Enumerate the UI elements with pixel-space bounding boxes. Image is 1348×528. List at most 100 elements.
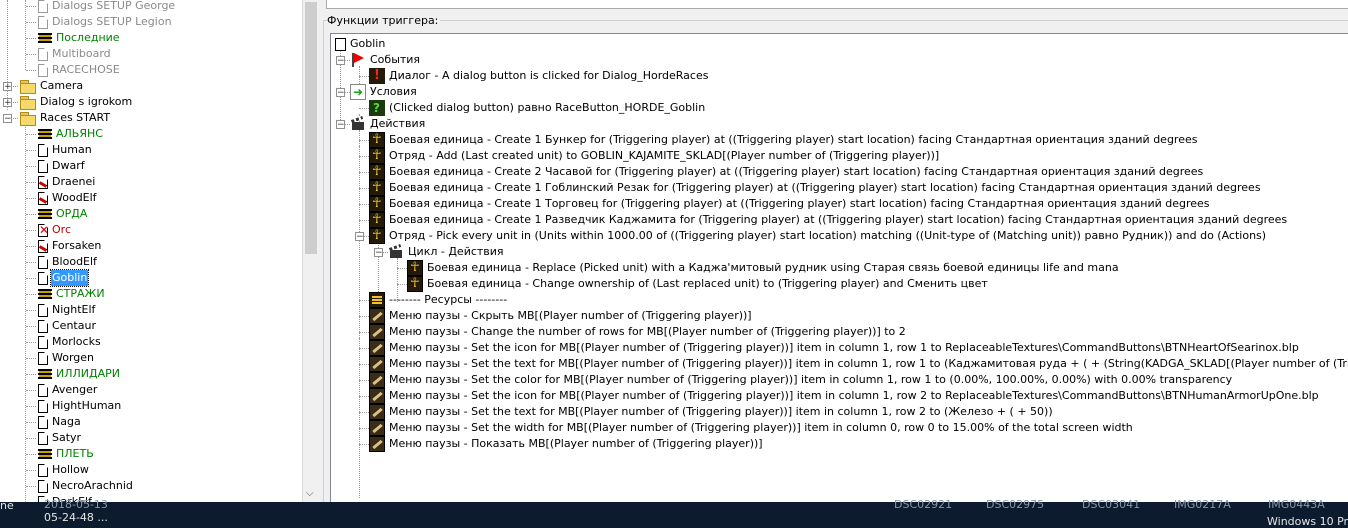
- tree-item[interactable]: BloodElf: [38, 254, 98, 270]
- tree-item[interactable]: NightElf: [38, 302, 96, 318]
- tree-item-label: Dialogs SETUP George: [52, 0, 176, 12]
- trigger-function-row[interactable]: Диалог - A dialog button is clicked for …: [369, 68, 708, 84]
- tree-item[interactable]: АЛЬЯНС: [38, 126, 104, 142]
- tree-item[interactable]: ОРДА: [38, 206, 88, 222]
- tree-item-label: Human: [52, 143, 92, 156]
- trigger-section-row[interactable]: События: [350, 52, 420, 68]
- trigger-function-label: Диалог - A dialog button is clicked for …: [389, 69, 709, 82]
- trigger-function-row[interactable]: Меню паузы - Set the text for MB[(Player…: [369, 404, 1053, 420]
- trigger-function-row[interactable]: Меню паузы - Показать MB[(Player number …: [369, 436, 763, 452]
- pause-menu-action-icon: [369, 308, 385, 324]
- trigger-section-row[interactable]: -------- Ресурсы --------: [369, 292, 507, 308]
- trigger-function-label: Боевая единица - Create 1 Бункер for (Tr…: [389, 133, 1198, 146]
- trigger-function-row[interactable]: Боевая единица - Change ownership of (La…: [407, 276, 988, 292]
- collapse-icon[interactable]: −: [336, 56, 345, 66]
- tree-item-label: Hollow: [52, 463, 89, 476]
- trigger-icon: [335, 37, 346, 51]
- folder-icon: [20, 112, 36, 126]
- expand-icon[interactable]: +: [3, 98, 12, 108]
- pause-menu-action-icon: [369, 388, 385, 404]
- trigger-function-row[interactable]: Боевая единица - Create 1 Бункер for (Tr…: [369, 132, 1197, 148]
- tree-item[interactable]: Human: [38, 142, 93, 158]
- scrollbar-thumb[interactable]: [305, 2, 317, 254]
- collapse-icon[interactable]: −: [336, 120, 345, 130]
- trigger-function-row[interactable]: Боевая единица - Create 1 Торговец for (…: [369, 196, 1210, 212]
- collapse-icon[interactable]: −: [336, 88, 345, 98]
- collapse-icon[interactable]: −: [374, 248, 383, 258]
- scroll-down-arrow-icon[interactable]: ⌵: [306, 488, 314, 499]
- tree-item[interactable]: Worgen: [38, 350, 95, 366]
- trigger-document-initially-off-icon: [38, 191, 48, 205]
- trigger-function-label: Меню паузы - Set the icon for MB[(Player…: [389, 341, 1299, 354]
- tree-item[interactable]: Goblin: [38, 269, 90, 287]
- trigger-section-row[interactable]: Goblin: [333, 36, 385, 52]
- tree-item[interactable]: NecroArachnid: [38, 478, 134, 494]
- taskbar-item-4[interactable]: IMG0217A: [1174, 498, 1231, 511]
- trigger-list-tree[interactable]: Dialogs SETUP George Dialogs SETUP Legion…: [0, 0, 302, 502]
- trigger-document-icon: [38, 319, 48, 333]
- windows-edition-label: Windows 10 Pro: [1267, 515, 1348, 528]
- trigger-function-row[interactable]: Меню паузы - Set the icon for MB[(Player…: [369, 340, 1299, 356]
- tree-item[interactable]: Dialogs SETUP George: [38, 0, 176, 14]
- tree-item[interactable]: Draenei: [38, 174, 96, 190]
- tree-item[interactable]: HightHuman: [38, 398, 122, 414]
- trigger-function-row[interactable]: Меню паузы - Change the number of rows f…: [369, 324, 906, 340]
- trigger-function-row[interactable]: (Clicked dialog button) равно RaceButton…: [369, 100, 705, 116]
- tree-item[interactable]: Centaur: [38, 318, 97, 334]
- tree-item[interactable]: ИЛЛИДАРИ: [38, 366, 121, 382]
- comment-icon: [38, 368, 52, 381]
- trigger-function-row[interactable]: Боевая единица - Replace (Picked unit) w…: [407, 260, 1119, 276]
- trigger-function-row[interactable]: Боевая единица - Create 1 Разведчик Кадж…: [369, 212, 1287, 228]
- trigger-function-row[interactable]: Боевая единица - Create 1 Гоблинский Рез…: [369, 180, 1261, 196]
- trigger-function-row[interactable]: Меню паузы - Set the width for MB[(Playe…: [369, 420, 1133, 436]
- tree-folder[interactable]: Races START: [20, 110, 111, 126]
- trigger-functions-label: Функции триггера:: [327, 14, 441, 27]
- trigger-list-scrollbar[interactable]: ⌵: [302, 0, 320, 502]
- tree-item[interactable]: Satyr: [38, 430, 82, 446]
- tree-item[interactable]: СТРАЖИ: [38, 286, 106, 302]
- tree-folder[interactable]: Dialog s igrokom: [20, 94, 133, 110]
- tree-item-label: Morlocks: [52, 335, 101, 348]
- tree-item[interactable]: Avenger: [38, 382, 98, 398]
- trigger-function-row[interactable]: Отряд - Add (Last created unit) to GOBLI…: [369, 148, 939, 164]
- taskbar-item-1[interactable]: DSC02921: [894, 498, 952, 511]
- tree-item[interactable]: Naga: [38, 414, 82, 430]
- collapse-icon[interactable]: −: [355, 232, 364, 242]
- tree-item-label: HightHuman: [52, 399, 122, 412]
- trigger-function-row[interactable]: Меню паузы - Set the color for MB[(Playe…: [369, 372, 1232, 388]
- tree-item[interactable]: ПЛЕТЬ: [38, 446, 95, 462]
- tree-item[interactable]: Dialogs SETUP Legion: [38, 14, 173, 30]
- tree-item[interactable]: WoodElf: [38, 190, 98, 206]
- tree-item[interactable]: Multiboard: [38, 46, 112, 62]
- action-icon: [407, 276, 423, 292]
- tree-item[interactable]: Последние: [38, 30, 121, 46]
- tree-item[interactable]: Morlocks: [38, 334, 102, 350]
- tree-item[interactable]: ✕ Orc: [38, 222, 72, 238]
- collapse-icon[interactable]: −: [3, 114, 12, 124]
- trigger-section-row[interactable]: Действия: [350, 116, 425, 132]
- trigger-document-icon: [38, 463, 48, 477]
- trigger-comment-box[interactable]: [326, 0, 1348, 9]
- tree-item[interactable]: Hollow: [38, 462, 90, 478]
- tree-folder[interactable]: Camera: [20, 78, 84, 94]
- trigger-function-label: Меню паузы - Set the color for MB[(Playe…: [389, 373, 1233, 386]
- trigger-function-row[interactable]: Меню паузы - Set the text for MB[(Player…: [369, 356, 1348, 372]
- tree-item[interactable]: Dwarf: [38, 158, 86, 174]
- trigger-functions-tree[interactable]: Goblin−СобытияДиалог - A dialog button i…: [330, 33, 1348, 504]
- tree-item[interactable]: Forsaken: [38, 238, 102, 254]
- taskbar-item-2[interactable]: DSC02975: [986, 498, 1044, 511]
- trigger-function-row[interactable]: Боевая единица - Create 2 Часавой for (T…: [369, 164, 1203, 180]
- trigger-section-row[interactable]: Цикл - Действия: [388, 244, 504, 260]
- expand-icon[interactable]: +: [3, 82, 12, 92]
- pause-menu-action-icon: [369, 372, 385, 388]
- trigger-function-label: Боевая единица - Create 1 Разведчик Кадж…: [389, 213, 1288, 226]
- trigger-function-row[interactable]: Меню паузы - Set the icon for MB[(Player…: [369, 388, 1319, 404]
- tree-item[interactable]: RACECHOSE: [38, 62, 121, 78]
- comment-icon: [369, 292, 385, 308]
- folder-icon: [20, 80, 36, 94]
- taskbar-item-3[interactable]: DSC03041: [1082, 498, 1140, 511]
- taskbar-item-5[interactable]: IMG0443A: [1268, 498, 1325, 511]
- trigger-function-row[interactable]: Меню паузы - Скрыть MB[(Player number of…: [369, 308, 752, 324]
- trigger-function-row[interactable]: Отряд - Pick every unit in (Units within…: [369, 228, 1266, 244]
- trigger-section-row[interactable]: Условия: [350, 84, 417, 100]
